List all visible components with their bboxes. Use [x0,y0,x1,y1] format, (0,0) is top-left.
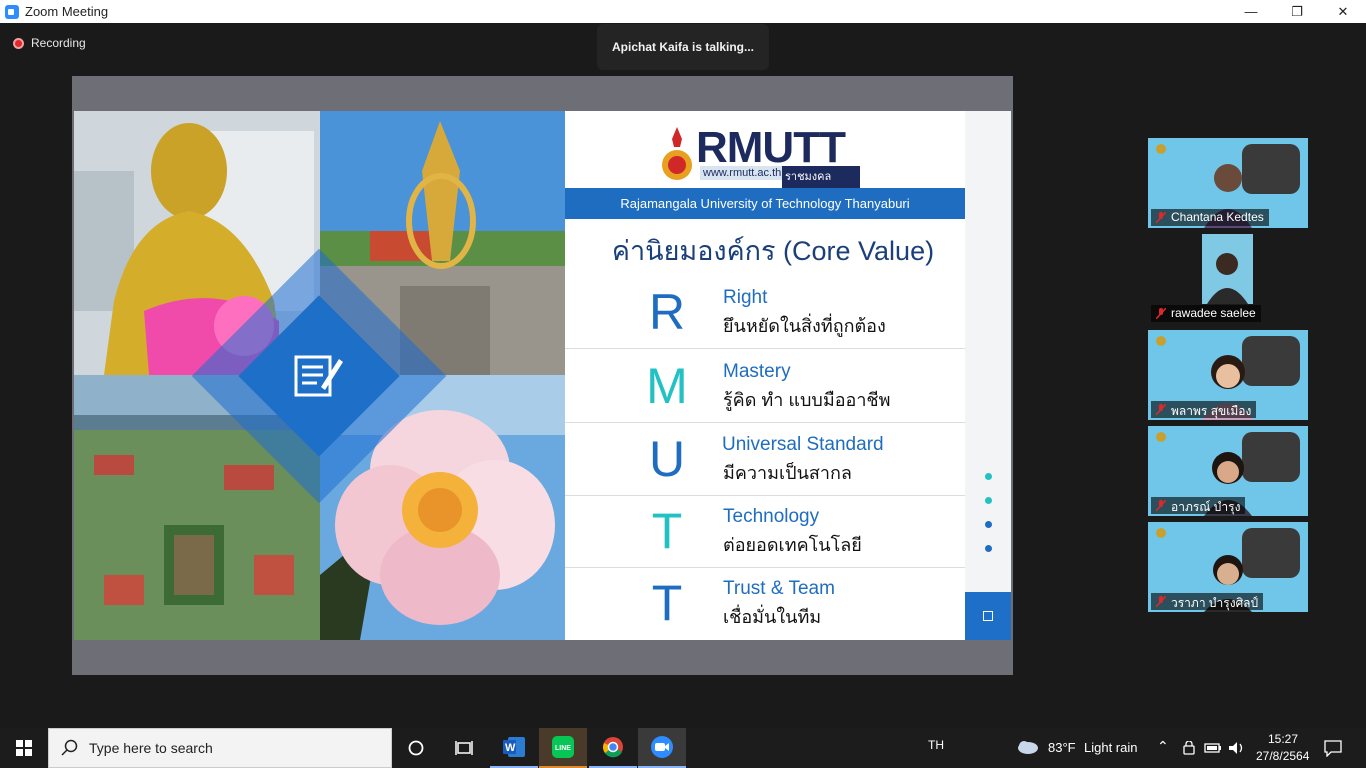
participant-tile[interactable]: อาภรณ์ บำรุง [1148,426,1308,516]
search-placeholder: Type here to search [89,740,213,756]
start-button[interactable] [0,728,48,768]
participant-tile[interactable]: rawadee saelee [1148,234,1308,324]
recording-icon [13,37,24,49]
value-english: Right [723,287,768,308]
zoom-logo-icon [5,4,19,19]
value-thai: ยึนหยัดในสิ่งที่ถูกต้อง [723,316,886,336]
word-app-button[interactable]: W [490,728,538,768]
participant-name: พลาพร สุขเมือง [1151,401,1257,418]
input-language[interactable]: TH [928,738,944,752]
value-letter: U [648,431,686,487]
restore-button[interactable]: ❐ [1274,0,1320,23]
value-row-universal: U Universal Standard มีความเป็นสากล [565,424,965,496]
mic-muted-icon [1156,308,1166,319]
volume-icon[interactable] [1228,741,1246,755]
value-letter: M [646,358,688,414]
nav-dot[interactable] [985,521,992,528]
value-row-technology: T Technology ต่อยอดเทคโนโลยี [565,496,965,568]
mic-muted-icon [1156,500,1166,511]
active-speaker-banner: Apichat Kaifa is talking... [597,24,769,70]
nav-dot[interactable] [985,545,992,552]
value-row-right: R Right ยึนหยัดในสิ่งที่ถูกต้อง [565,277,965,349]
chrome-app-button[interactable] [589,728,637,768]
participant-tile[interactable]: วราภา บำรุงศิลป์ [1148,522,1308,612]
participant-name: Chantana Kedtes [1151,209,1269,226]
logo-url: www.rmutt.ac.th [700,166,785,180]
line-app-button[interactable]: LINE [539,728,587,768]
value-thai: ต่อยอดเทคโนโลยี [723,535,862,555]
background-logo-icon [1156,144,1166,154]
notification-icon[interactable] [1324,740,1342,757]
university-emblem-icon [662,127,692,180]
nav-dot[interactable] [985,497,992,504]
background-logo-icon [1156,336,1166,346]
slide-title: ค่านิยมองค์กร (Core Value) [611,236,935,266]
slide-side-strip [965,111,1011,640]
window-controls: — ❐ ✕ [1228,0,1366,23]
value-thai: รู้คิด ทำ แบบมืออาชีพ [723,390,891,410]
value-row-mastery: M Mastery รู้คิด ทำ แบบมืออาชีพ [565,351,965,423]
value-letter: T [651,575,683,631]
word-icon: W [503,737,525,757]
participant-tile[interactable]: Chantana Kedtes [1148,138,1308,228]
window-title: Zoom Meeting [25,4,109,19]
weather-description[interactable]: Light rain [1084,740,1137,755]
shared-screen: RMUTT www.rmutt.ac.th ราชมงคลธัญบุรี Raj… [72,76,1013,675]
mic-muted-icon [1156,596,1166,607]
svg-text:LINE: LINE [555,745,571,752]
slide-menu-button[interactable] [965,592,1011,640]
value-english: Trust & Team [723,578,835,599]
title-bar: Zoom Meeting — ❐ ✕ [0,0,1366,23]
participant-name: วราภา บำรุงศิลป์ [1151,593,1264,610]
mic-muted-icon [1156,212,1166,223]
square-icon [983,611,993,621]
document-edit-icon [294,355,343,397]
clock-time[interactable]: 15:27 [1268,732,1298,746]
chrome-icon [603,737,623,758]
close-button[interactable]: ✕ [1320,0,1366,23]
taskbar-search[interactable]: Type here to search [48,728,392,768]
recording-indicator[interactable]: Recording [13,36,86,50]
rmutt-logo: RMUTT www.rmutt.ac.th ราชมงคลธัญบุรี [660,119,860,204]
participant-name: rawadee saelee [1151,305,1261,322]
battery-icon[interactable] [1204,741,1222,755]
task-view-button[interactable] [440,728,488,768]
minimize-button[interactable]: — [1228,0,1274,23]
recording-label: Recording [31,36,86,50]
search-icon [61,739,78,756]
value-english: Mastery [723,361,791,382]
cortana-icon [408,740,424,756]
show-hidden-icons-chevron-icon[interactable]: ⌃ [1157,738,1169,755]
nav-dot[interactable] [985,473,992,480]
cortana-button[interactable] [392,728,440,768]
value-letter: R [648,284,686,340]
background-logo-icon [1156,432,1166,442]
value-english: Technology [723,506,820,527]
value-thai: มีความเป็นสากล [723,463,852,483]
zoom-app-button[interactable] [638,728,686,768]
value-row-trust: T Trust & Team เชื่อมั่นในทีม [565,568,965,640]
university-name-bar: Rajamangala University of Technology Tha… [565,188,965,219]
participant-video [1202,234,1253,304]
value-letter: T [651,503,683,559]
value-english: Universal Standard [722,434,884,455]
task-view-icon [455,741,473,755]
value-thai: เชื่อมั่นในทีม [723,607,822,627]
presentation-slide: RMUTT www.rmutt.ac.th ราชมงคลธัญบุรี Raj… [74,111,1011,640]
rain-cloud-icon [1018,741,1038,754]
background-logo-icon [1156,528,1166,538]
svg-text:W: W [505,742,516,754]
zoom-icon [651,736,673,758]
weather-temperature[interactable]: 83°F [1048,740,1076,755]
windows-logo-icon [16,740,32,756]
clock-date[interactable]: 27/8/2564 [1256,749,1309,763]
mic-muted-icon [1156,404,1166,415]
participant-tile[interactable]: พลาพร สุขเมือง [1148,330,1308,420]
windows-taskbar: Type here to search W LINE TH 83°F Light… [0,728,1366,768]
meeting-area: Recording Apichat Kaifa is talking... RM… [0,23,1366,728]
line-icon: LINE [552,736,574,758]
security-icon[interactable] [1182,741,1196,755]
core-value-panel: RMUTT www.rmutt.ac.th ราชมงคลธัญบุรี Raj… [565,111,965,640]
